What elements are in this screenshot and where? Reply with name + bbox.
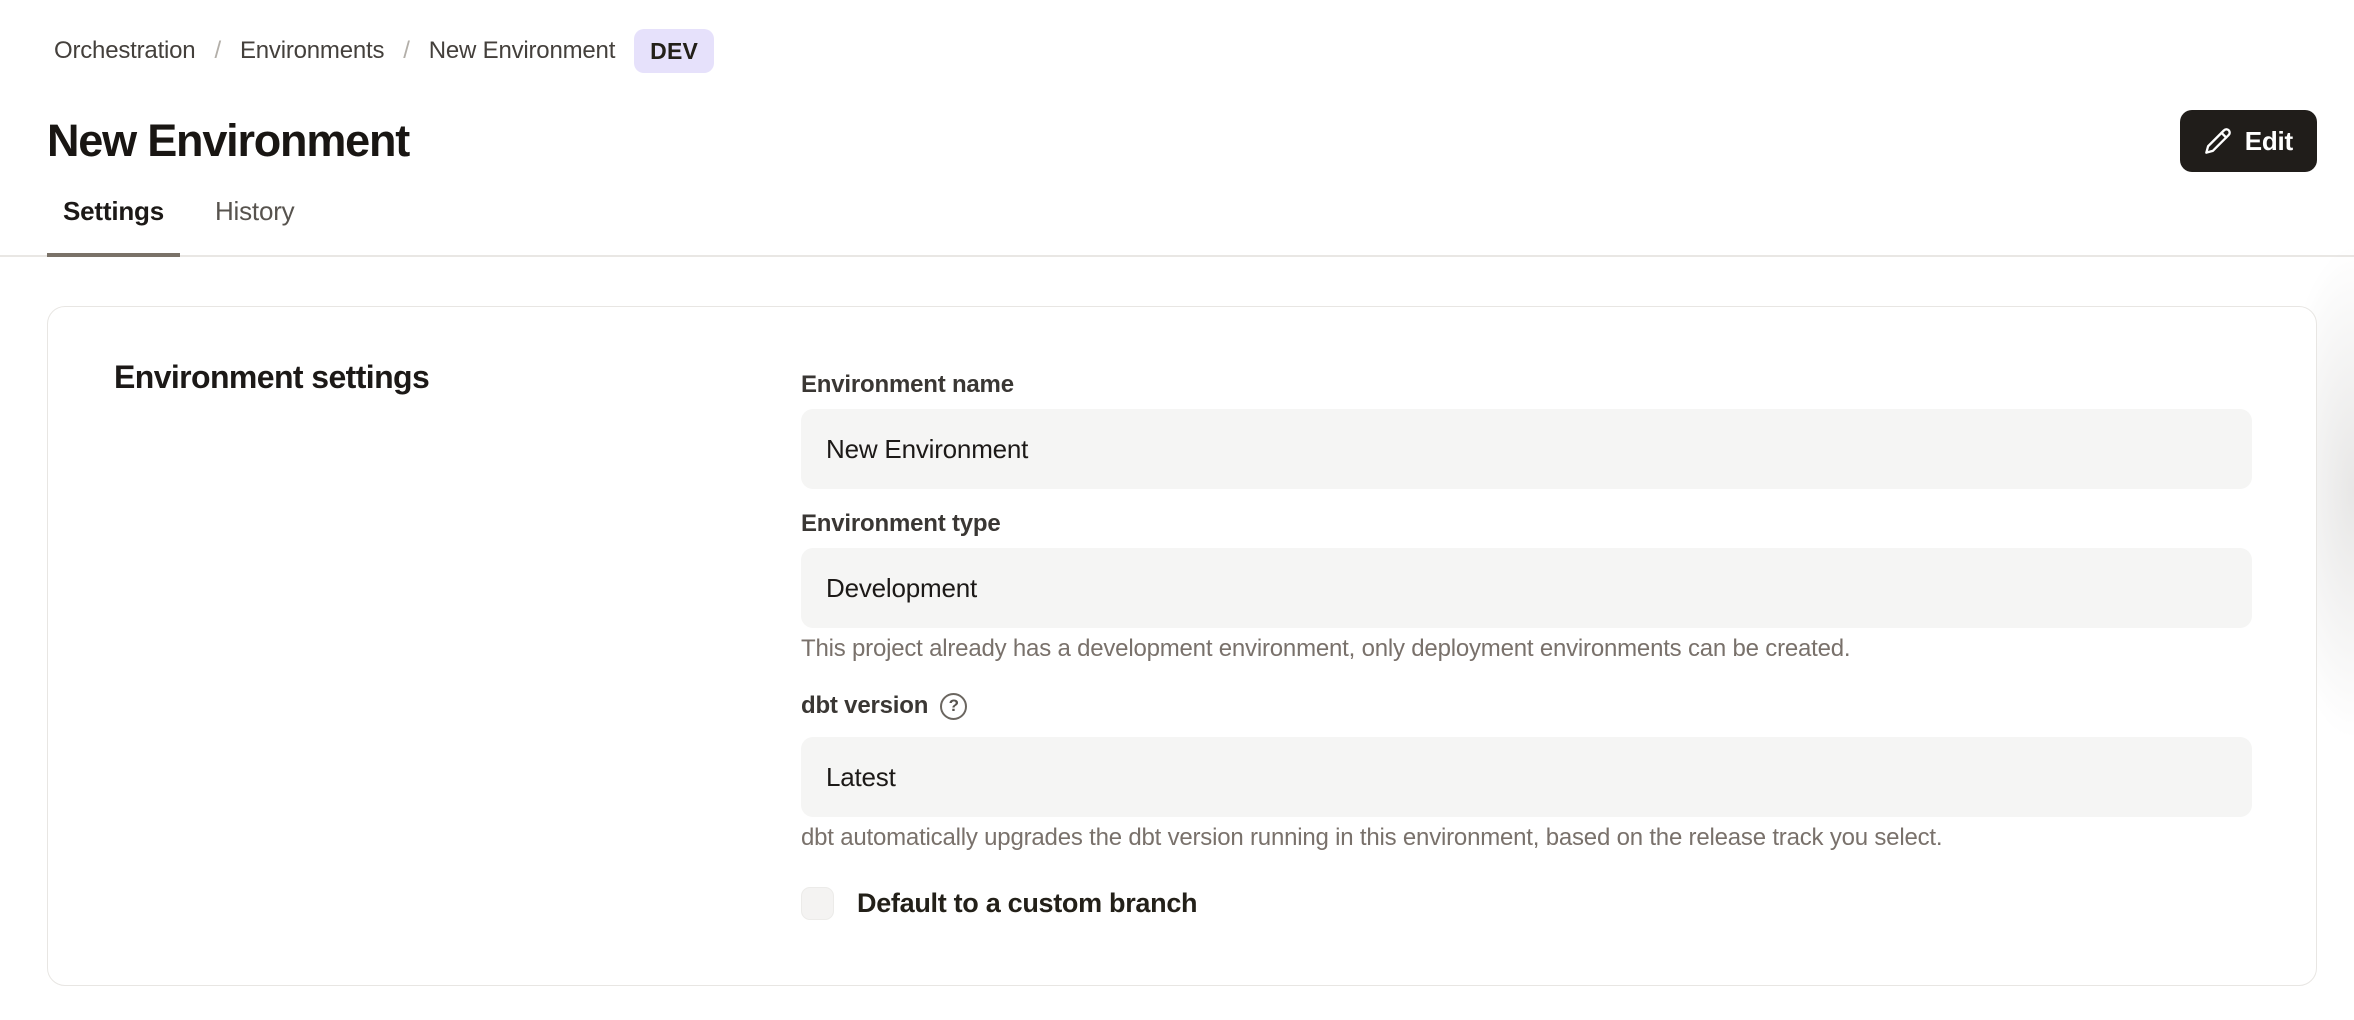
environment-type-label: Environment type — [801, 509, 2252, 539]
page: Orchestration / Environments / New Envir… — [0, 0, 2354, 1020]
breadcrumb: Orchestration / Environments / New Envir… — [54, 28, 714, 74]
dbt-version-input[interactable] — [801, 737, 2252, 817]
custom-branch-row: Default to a custom branch — [801, 887, 2252, 920]
custom-branch-checkbox-label: Default to a custom branch — [857, 888, 1197, 919]
breadcrumb-item-orchestration[interactable]: Orchestration — [54, 37, 195, 65]
environment-name-label: Environment name — [801, 370, 2252, 400]
breadcrumb-item-current: New Environment — [429, 37, 615, 65]
dbt-version-label-row: dbt version ? — [801, 691, 2252, 721]
edit-button-label: Edit — [2245, 126, 2293, 157]
page-title: New Environment — [47, 115, 409, 167]
tab-history[interactable]: History — [199, 196, 311, 257]
environment-type-badge: DEV — [634, 29, 714, 73]
environment-type-input[interactable] — [801, 548, 2252, 628]
tab-settings[interactable]: Settings — [47, 196, 180, 257]
tab-bar: Settings History — [47, 196, 310, 257]
edit-button[interactable]: Edit — [2180, 110, 2317, 172]
environment-type-helper-text: This project already has a development e… — [801, 634, 2252, 664]
pencil-icon — [2204, 127, 2232, 155]
help-icon[interactable]: ? — [940, 693, 967, 720]
section-title: Environment settings — [114, 359, 429, 396]
breadcrumb-item-environments[interactable]: Environments — [240, 37, 384, 65]
dbt-version-helper-text: dbt automatically upgrades the dbt versi… — [801, 823, 2252, 853]
custom-branch-checkbox[interactable] — [801, 887, 834, 920]
breadcrumb-separator: / — [214, 37, 220, 65]
environment-settings-card: Environment settings Environment name En… — [47, 306, 2317, 986]
tab-divider — [0, 255, 2354, 257]
environment-name-input[interactable] — [801, 409, 2252, 489]
breadcrumb-separator: / — [403, 37, 409, 65]
page-header: New Environment Edit — [47, 108, 2317, 174]
dbt-version-label: dbt version — [801, 691, 928, 721]
environment-settings-form: Environment name Environment type This p… — [801, 370, 2252, 920]
